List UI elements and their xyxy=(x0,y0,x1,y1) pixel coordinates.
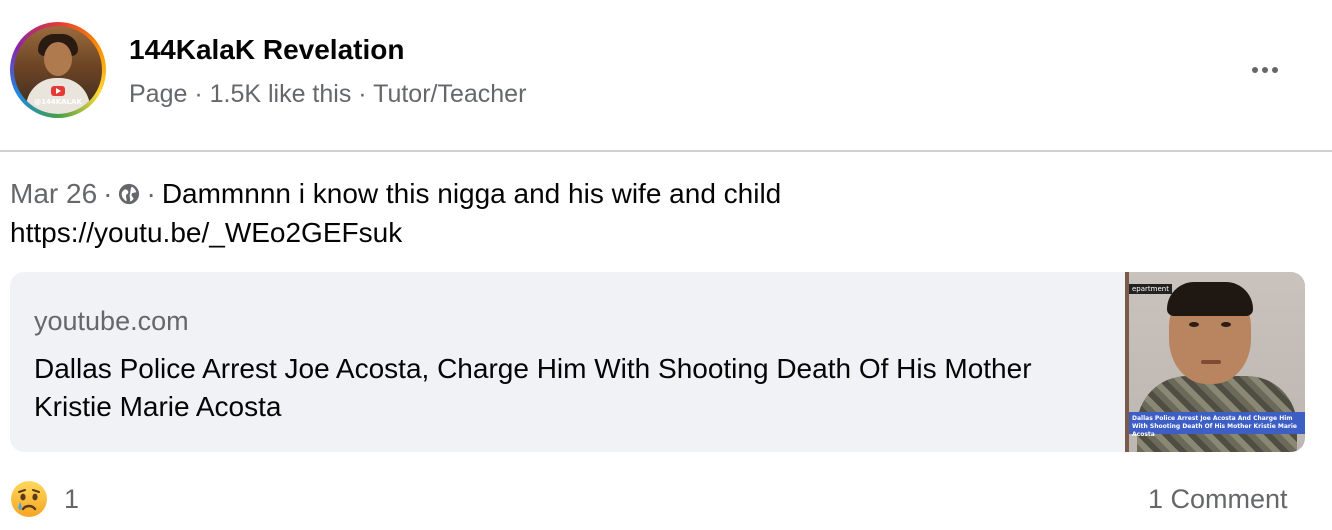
link-domain: youtube.com xyxy=(34,306,189,336)
thumbnail-hair xyxy=(1167,282,1253,316)
more-options-button[interactable] xyxy=(1240,58,1290,82)
page-avatar[interactable]: @144KALAK xyxy=(10,22,106,118)
avatar-face xyxy=(44,42,72,76)
post-header: @144KALAK 144KalaK Revelation Page · 1.5… xyxy=(0,0,1332,150)
reactions-summary[interactable]: 1 xyxy=(10,480,79,518)
post-url[interactable]: https://youtu.be/_WEo2GEFsuk xyxy=(10,217,402,249)
sad-face-icon xyxy=(11,481,47,517)
link-title: Dallas Police Arrest Joe Acosta, Charge … xyxy=(34,353,1032,422)
thumbnail-caption: Dallas Police Arrest Joe Acosta And Char… xyxy=(1129,412,1305,438)
separator: · xyxy=(103,178,113,209)
page-name[interactable]: 144KalaK Revelation xyxy=(129,34,404,66)
youtube-icon xyxy=(51,86,65,96)
avatar-shirt xyxy=(26,78,90,114)
header-divider xyxy=(0,150,1332,152)
post-text-line: Mar 26 · · Dammnnn i know this nigga and… xyxy=(10,178,781,210)
more-horizontal-icon-dot xyxy=(1262,67,1268,73)
page-meta: Page · 1.5K like this · Tutor/Teacher xyxy=(129,80,527,108)
post-date[interactable]: Mar 26 xyxy=(10,178,97,210)
post-message: Dammnnn i know this nigga and his wife a… xyxy=(161,178,782,209)
link-preview-card[interactable]: youtube.com Dallas Police Arrest Joe Aco… xyxy=(10,272,1305,452)
more-horizontal-icon-dot xyxy=(1272,67,1278,73)
thumbnail-mouth xyxy=(1201,360,1221,364)
thumbnail-eye xyxy=(1189,322,1199,327)
thumbnail-label: epartment xyxy=(1129,284,1172,294)
more-horizontal-icon xyxy=(1252,67,1258,73)
avatar-photo: @144KALAK xyxy=(14,26,102,114)
link-thumbnail: epartment Dallas Police Arrest Joe Acost… xyxy=(1125,272,1305,452)
globe-icon[interactable] xyxy=(118,183,140,205)
thumbnail-eye xyxy=(1221,322,1231,327)
avatar-tag: @144KALAK xyxy=(34,98,82,106)
comment-count-link[interactable]: 1 Comment xyxy=(1148,484,1288,515)
separator: · xyxy=(146,178,156,209)
reaction-count: 1 xyxy=(64,483,80,514)
